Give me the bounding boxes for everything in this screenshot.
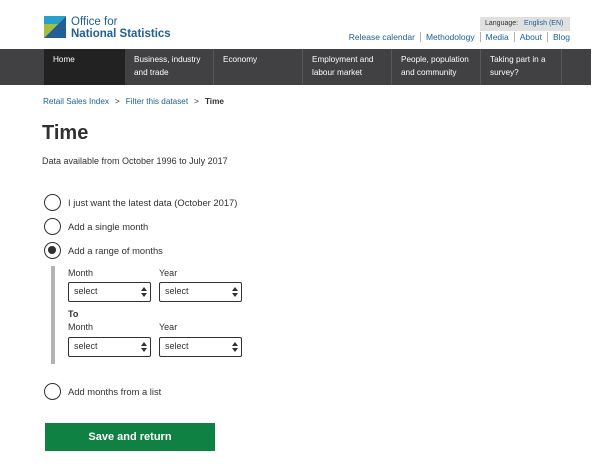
from-month-label: Month: [68, 268, 94, 278]
breadcrumb-current: Time: [204, 97, 224, 106]
nav-item-label: and trade: [134, 68, 169, 77]
page-title: Time: [42, 122, 89, 144]
to-month-label: Month: [68, 322, 94, 332]
nav-item-economy[interactable]: Economy: [214, 49, 303, 85]
nav-item-survey[interactable]: Taking part in a survey?: [481, 49, 562, 85]
from-year-value: select: [165, 286, 189, 296]
option-single-month[interactable]: Add a single month: [44, 218, 148, 235]
to-year-label: Year: [159, 322, 178, 332]
to-month-value: select: [74, 341, 98, 351]
nav-item-label: Taking part in a: [490, 55, 546, 64]
breadcrumb-filter-dataset[interactable]: Filter this dataset: [126, 97, 188, 106]
breadcrumb-separator: >: [194, 97, 199, 106]
option-range-months[interactable]: Add a range of months: [44, 242, 163, 259]
nav-item-label: and community: [401, 68, 457, 77]
release-calendar-link[interactable]: Release calendar: [344, 32, 421, 42]
to-label: To: [68, 309, 79, 319]
select-arrows-icon: [232, 342, 238, 352]
from-year-select[interactable]: select: [159, 282, 242, 302]
radio-range-months[interactable]: [44, 242, 61, 259]
to-year-select[interactable]: select: [159, 337, 242, 357]
language-selector: Language: English (EN): [480, 17, 570, 31]
primary-nav: Home Business, industry and trade Econom…: [0, 49, 591, 85]
from-year-label: Year: [159, 268, 178, 278]
nav-item-label: Economy: [223, 55, 258, 64]
option-range-months-label: Add a range of months: [68, 245, 163, 256]
media-link[interactable]: Media: [481, 32, 515, 42]
from-month-select[interactable]: select: [68, 282, 151, 302]
nav-item-employment[interactable]: Employment and labour market: [303, 49, 392, 85]
radio-single-month[interactable]: [44, 218, 61, 235]
from-month-value: select: [74, 286, 98, 296]
radio-latest[interactable]: [44, 194, 61, 211]
nav-item-label: People, population: [401, 55, 469, 64]
to-month-select[interactable]: select: [68, 337, 151, 357]
nav-item-label: Home: [53, 55, 75, 64]
nav-item-label: Employment and: [312, 55, 374, 64]
blog-link[interactable]: Blog: [548, 32, 570, 42]
availability-text: Data available from October 1996 to July…: [42, 156, 228, 166]
to-year-value: select: [165, 341, 189, 351]
language-current[interactable]: English (EN): [524, 20, 563, 27]
nav-item-business[interactable]: Business, industry and trade: [125, 49, 214, 85]
save-and-return-button[interactable]: Save and return: [45, 423, 215, 451]
logo-line-2: National Statistics: [71, 28, 171, 40]
radio-months-list[interactable]: [44, 383, 61, 400]
ons-logo-icon: [44, 16, 66, 38]
utility-links: Release calendar Methodology Media About…: [344, 32, 570, 42]
breadcrumb-separator: >: [115, 97, 120, 106]
option-latest-label: I just want the latest data (October 201…: [68, 197, 238, 208]
option-months-list[interactable]: Add months from a list: [44, 383, 161, 400]
range-panel-indicator: [51, 266, 55, 364]
breadcrumb-retail-sales-index[interactable]: Retail Sales Index: [43, 97, 109, 106]
option-months-list-label: Add months from a list: [68, 386, 162, 397]
language-label: Language:: [485, 20, 519, 27]
nav-item-label: survey?: [490, 68, 519, 77]
select-arrows-icon: [232, 287, 238, 297]
nav-item-people[interactable]: People, population and community: [392, 49, 481, 85]
logo-line-1: Office for: [71, 16, 118, 28]
option-single-month-label: Add a single month: [68, 221, 149, 232]
about-link[interactable]: About: [515, 32, 548, 42]
nav-item-label: labour market: [312, 68, 363, 77]
option-latest[interactable]: I just want the latest data (October 201…: [44, 194, 237, 211]
nav-item-home[interactable]: Home: [44, 49, 125, 85]
ons-logo[interactable]: Office for National Statistics: [44, 16, 171, 40]
methodology-link[interactable]: Methodology: [421, 32, 481, 42]
select-arrows-icon: [141, 342, 147, 352]
select-arrows-icon: [141, 287, 147, 297]
breadcrumb: Retail Sales Index > Filter this dataset…: [43, 97, 224, 106]
nav-item-label: Business, industry: [134, 55, 201, 64]
